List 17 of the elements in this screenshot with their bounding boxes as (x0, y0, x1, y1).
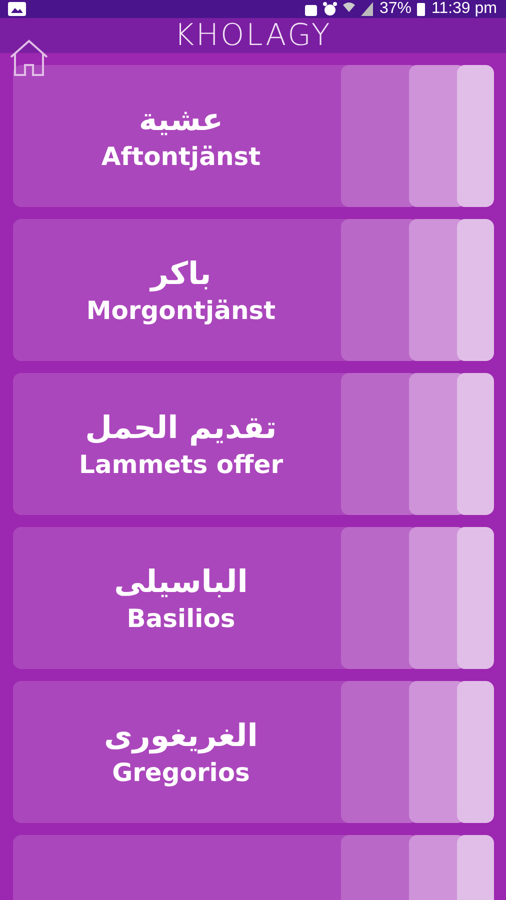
signal-icon (361, 2, 374, 16)
arabic-title: باكر (150, 256, 212, 292)
arabic-title: تقديم الحمل (85, 410, 277, 446)
arabic-title: الباسيلى (114, 564, 248, 600)
service-title: Morgontjänst (86, 296, 276, 324)
battery-percent: 37% (379, 0, 412, 18)
service-title: Lammets offer (78, 450, 284, 478)
arabic-title: عشية (138, 102, 224, 138)
home-button[interactable] (8, 38, 50, 78)
service-title: Basilios (126, 604, 236, 632)
battery-icon (417, 2, 426, 16)
service-title: Gregorios (112, 758, 250, 786)
alarm-icon (323, 2, 338, 16)
service-title: Aftontjänst (101, 142, 261, 170)
arabic-title: الغريغورى (104, 718, 258, 754)
app-title: KHOLAGY (174, 18, 332, 53)
clock-time: 11:39 pm (431, 0, 497, 18)
